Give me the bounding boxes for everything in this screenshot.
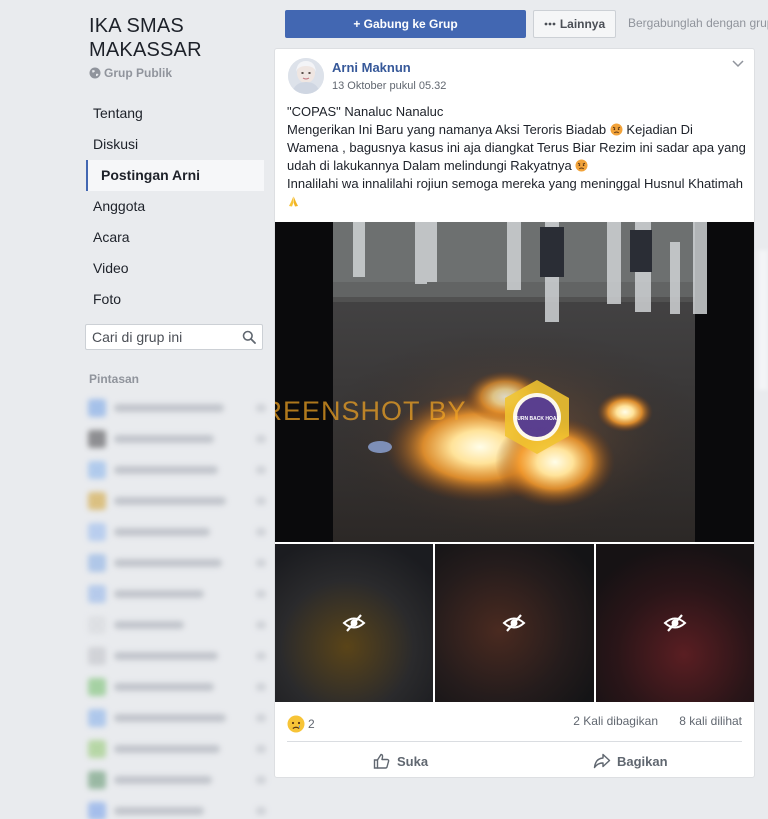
group-search-input[interactable] bbox=[92, 329, 232, 345]
post-main-image[interactable]: SCREENSHOT BY TURN BACK HOAX MAFINDO bbox=[275, 222, 754, 542]
sensitive-thumbnail[interactable] bbox=[435, 544, 594, 702]
sensitive-thumbnail[interactable] bbox=[595, 544, 754, 702]
more-dots-icon bbox=[544, 22, 556, 26]
badge-top-text: TURN BACK HOAX bbox=[514, 416, 560, 422]
divider bbox=[287, 741, 742, 742]
shortcut-item[interactable] bbox=[88, 454, 266, 485]
angry-emoji-icon bbox=[575, 159, 588, 172]
shortcut-item[interactable] bbox=[88, 423, 266, 454]
post-author[interactable]: Arni Maknun bbox=[332, 60, 411, 75]
nav-item-acara[interactable]: Acara bbox=[86, 222, 264, 253]
fire-scene-image: SCREENSHOT BY TURN BACK HOAX MAFINDO bbox=[275, 222, 754, 542]
shortcut-item[interactable] bbox=[88, 795, 266, 819]
shortcut-item[interactable] bbox=[88, 485, 266, 516]
like-label: Suka bbox=[397, 753, 429, 769]
join-group-button[interactable]: + Gabung ke Grup bbox=[285, 10, 526, 38]
post-line: Mengerikan Ini Baru yang namanya Aksi Te… bbox=[287, 121, 747, 175]
nav-item-video[interactable]: Video bbox=[86, 253, 264, 284]
group-privacy-label: Grup Publik bbox=[104, 66, 173, 80]
nav-item-postingan-arni[interactable]: Postingan Arni bbox=[86, 160, 264, 191]
share-arrow-icon bbox=[593, 753, 611, 769]
post-text: "COPAS" Nanaluc Nanaluc Mengerikan Ini B… bbox=[287, 103, 747, 211]
sad-emoji-icon bbox=[287, 715, 305, 733]
share-button[interactable]: Bagikan bbox=[593, 749, 668, 773]
shortcut-item[interactable] bbox=[88, 578, 266, 609]
left-sidebar: IKA SMAS MAKASSAR Grup Publik Tentang Di… bbox=[0, 0, 272, 819]
group-title[interactable]: IKA SMAS MAKASSAR bbox=[89, 14, 259, 62]
shortcut-item[interactable] bbox=[88, 609, 266, 640]
share-label: Bagikan bbox=[617, 753, 668, 769]
shortcut-item[interactable] bbox=[88, 733, 266, 764]
group-nav: Tentang Diskusi Postingan Arni Anggota A… bbox=[86, 98, 264, 315]
post-line-part: Innalilahi wa innalilahi rojiun semoga m… bbox=[287, 176, 743, 191]
post-card: Arni Maknun 13 Oktober pukul 05.32 "COPA… bbox=[274, 48, 755, 778]
eye-slash-icon bbox=[342, 614, 366, 632]
shortcut-item[interactable] bbox=[88, 516, 266, 547]
post-thumbnails bbox=[275, 544, 754, 702]
group-privacy: Grup Publik bbox=[89, 66, 172, 80]
shortcut-item[interactable] bbox=[88, 392, 266, 423]
search-icon[interactable] bbox=[242, 330, 256, 344]
reaction-count: 2 bbox=[308, 717, 315, 731]
shortcut-item[interactable] bbox=[88, 547, 266, 578]
post-line: Innalilahi wa innalilahi rojiun semoga m… bbox=[287, 175, 747, 211]
avatar[interactable] bbox=[288, 58, 324, 94]
chevron-down-icon[interactable] bbox=[732, 59, 744, 69]
shortcuts-heading: Pintasan bbox=[89, 372, 140, 386]
shortcut-item[interactable] bbox=[88, 640, 266, 671]
sensitive-thumbnail[interactable] bbox=[275, 544, 434, 702]
nav-item-foto[interactable]: Foto bbox=[86, 284, 264, 315]
globe-icon bbox=[89, 67, 101, 79]
shortcut-item[interactable] bbox=[88, 702, 266, 733]
nav-item-tentang[interactable]: Tentang bbox=[86, 98, 264, 129]
post-line: "COPAS" Nanaluc Nanaluc bbox=[287, 104, 444, 119]
post-line-part: Mengerikan Ini Baru yang namanya Aksi Te… bbox=[287, 122, 607, 137]
more-label: Lainnya bbox=[559, 17, 606, 31]
eye-slash-icon bbox=[663, 614, 687, 632]
invite-text: Bergabunglah dengan grup bbox=[628, 16, 768, 30]
eye-slash-icon bbox=[502, 614, 526, 632]
like-button[interactable]: Suka bbox=[373, 749, 428, 773]
angry-emoji-icon bbox=[610, 123, 623, 136]
watermark-text: SCREENSHOT BY bbox=[275, 396, 467, 426]
blurred-right-column bbox=[758, 250, 768, 390]
nav-item-diskusi[interactable]: Diskusi bbox=[86, 129, 264, 160]
badge-bottom-text: MAFINDO bbox=[525, 427, 548, 433]
group-search[interactable] bbox=[85, 324, 263, 350]
praying-hands-icon bbox=[289, 196, 298, 207]
thumbs-up-icon bbox=[373, 753, 390, 769]
reaction-summary[interactable]: 2 bbox=[287, 715, 315, 733]
post-timestamp[interactable]: 13 Oktober pukul 05.32 bbox=[332, 80, 446, 92]
shortcut-list bbox=[88, 392, 266, 819]
more-button[interactable]: Lainnya bbox=[533, 10, 616, 38]
view-count: 8 kali dilihat bbox=[679, 714, 742, 728]
nav-item-anggota[interactable]: Anggota bbox=[86, 191, 264, 222]
shortcut-item[interactable] bbox=[88, 671, 266, 702]
share-count[interactable]: 2 Kali dibagikan bbox=[573, 714, 658, 728]
shortcut-item[interactable] bbox=[88, 764, 266, 795]
